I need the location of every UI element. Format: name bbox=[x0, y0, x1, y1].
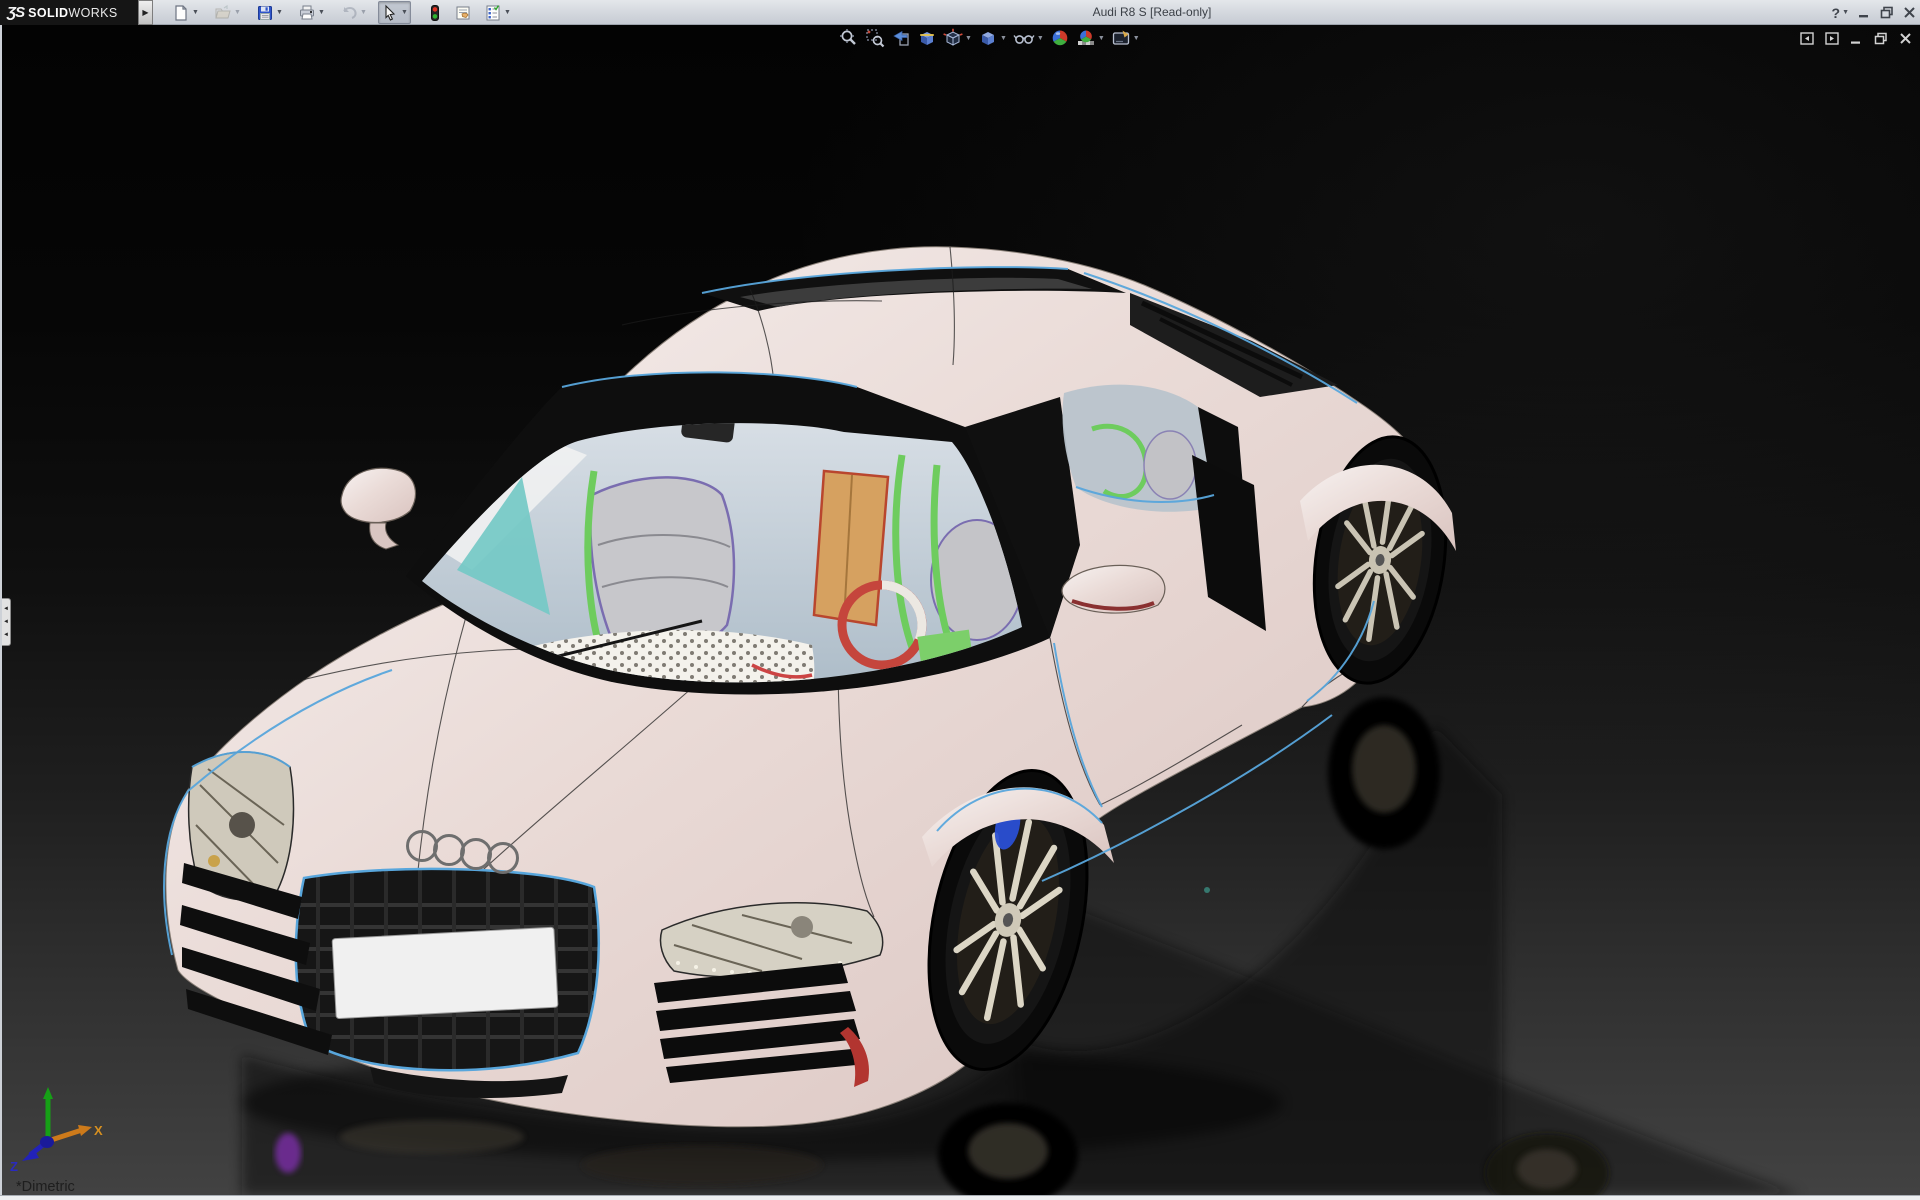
open-button[interactable]: ▼ bbox=[212, 1, 243, 24]
hide-show-items-button[interactable]: ▼ bbox=[1012, 27, 1045, 49]
document-window-controls bbox=[1800, 32, 1912, 45]
view-orientation-label: *Dimetric bbox=[16, 1179, 75, 1195]
graphics-area[interactable]: ▼ ▼ ▼ bbox=[0, 25, 1920, 1195]
feature-pane-collapse-tab[interactable]: ◄ ◄ ◄ bbox=[2, 598, 11, 646]
save-button[interactable]: ▼ bbox=[254, 1, 285, 24]
view-settings-button[interactable]: ▼ bbox=[1110, 27, 1141, 49]
triad-z-label: Z bbox=[10, 1159, 18, 1174]
restore-button[interactable] bbox=[1880, 6, 1894, 19]
window-title: Audi R8 S [Read-only] bbox=[1093, 0, 1212, 25]
close-document-icon bbox=[1899, 32, 1912, 45]
comment-button[interactable] bbox=[452, 1, 474, 24]
zoom-to-fit-icon bbox=[839, 28, 859, 48]
status-bar-edge bbox=[0, 1195, 1920, 1200]
view-settings-icon bbox=[1111, 28, 1131, 48]
close-document-button[interactable] bbox=[1899, 32, 1912, 45]
eyeglasses-icon bbox=[1013, 28, 1035, 48]
design-checker-button[interactable]: ▼ bbox=[482, 1, 513, 24]
brand-name-light: WORKS bbox=[68, 6, 117, 20]
minimize-button[interactable] bbox=[1858, 6, 1871, 19]
solidworks-logo: ƷS SOLIDWORKS bbox=[0, 0, 138, 25]
view-orientation-button[interactable]: ▼ bbox=[942, 27, 973, 49]
minimize-document-icon bbox=[1850, 32, 1863, 45]
brand-name-bold: SOLID bbox=[28, 6, 68, 20]
apply-scene-button[interactable]: ▼ bbox=[1075, 27, 1106, 49]
select-cursor-icon bbox=[381, 4, 399, 22]
heads-up-toolbar: ▼ ▼ ▼ bbox=[838, 27, 1141, 49]
print-icon bbox=[298, 4, 316, 22]
title-bar: ƷS SOLIDWORKS ▶ ▼ ▼ bbox=[0, 0, 1920, 25]
comment-note-icon bbox=[454, 4, 472, 22]
print-button[interactable]: ▼ bbox=[296, 1, 327, 24]
section-view-button[interactable] bbox=[916, 27, 938, 49]
display-style-icon bbox=[978, 28, 998, 48]
pane-left-icon bbox=[1800, 32, 1814, 45]
license-plate bbox=[332, 927, 558, 1019]
appearance-sphere-icon bbox=[1050, 28, 1070, 48]
zoom-to-area-button[interactable] bbox=[864, 27, 886, 49]
triad-x-label: X bbox=[94, 1123, 103, 1138]
display-style-button[interactable]: ▼ bbox=[977, 27, 1008, 49]
restore-document-icon bbox=[1874, 32, 1888, 45]
model-audi-r8[interactable] bbox=[2, 25, 1920, 1195]
left-side-mirror bbox=[341, 468, 415, 549]
reference-triad[interactable]: X Z bbox=[8, 1083, 103, 1175]
undo-icon bbox=[340, 4, 358, 22]
zoom-to-fit-button[interactable] bbox=[838, 27, 860, 49]
view-orientation-icon bbox=[943, 28, 963, 48]
edit-appearance-button[interactable] bbox=[1049, 27, 1071, 49]
zoom-to-area-icon bbox=[865, 28, 885, 48]
apply-scene-icon bbox=[1076, 28, 1096, 48]
select-tool-button[interactable]: ▼ bbox=[378, 1, 411, 24]
brand-mark-icon: ƷS bbox=[7, 4, 24, 21]
show-pane-right-button[interactable] bbox=[1825, 32, 1839, 45]
stoplight-icon bbox=[426, 4, 444, 22]
checklist-icon bbox=[484, 4, 502, 22]
restore-document-button[interactable] bbox=[1874, 32, 1888, 45]
previous-view-icon bbox=[891, 28, 911, 48]
close-button[interactable] bbox=[1903, 6, 1916, 19]
display-states-button[interactable] bbox=[424, 1, 446, 24]
close-icon bbox=[1903, 6, 1916, 19]
previous-view-button[interactable] bbox=[890, 27, 912, 49]
restore-icon bbox=[1880, 6, 1894, 19]
menu-flyout-tab[interactable]: ▶ bbox=[138, 0, 153, 25]
solidworks-window: ƷS SOLIDWORKS ▶ ▼ ▼ bbox=[0, 0, 1920, 1200]
minimize-document-button[interactable] bbox=[1850, 32, 1863, 45]
new-document-icon bbox=[172, 4, 190, 22]
show-pane-left-button[interactable] bbox=[1800, 32, 1814, 45]
minimize-icon bbox=[1858, 6, 1871, 19]
open-folder-icon bbox=[214, 4, 232, 22]
front-grille bbox=[292, 865, 612, 1085]
section-view-icon bbox=[917, 28, 937, 48]
new-document-button[interactable]: ▼ bbox=[170, 1, 201, 24]
pane-right-icon bbox=[1825, 32, 1839, 45]
help-button[interactable]: ?▼ bbox=[1832, 5, 1850, 21]
save-icon bbox=[256, 4, 274, 22]
undo-button[interactable]: ▼ bbox=[338, 1, 369, 24]
